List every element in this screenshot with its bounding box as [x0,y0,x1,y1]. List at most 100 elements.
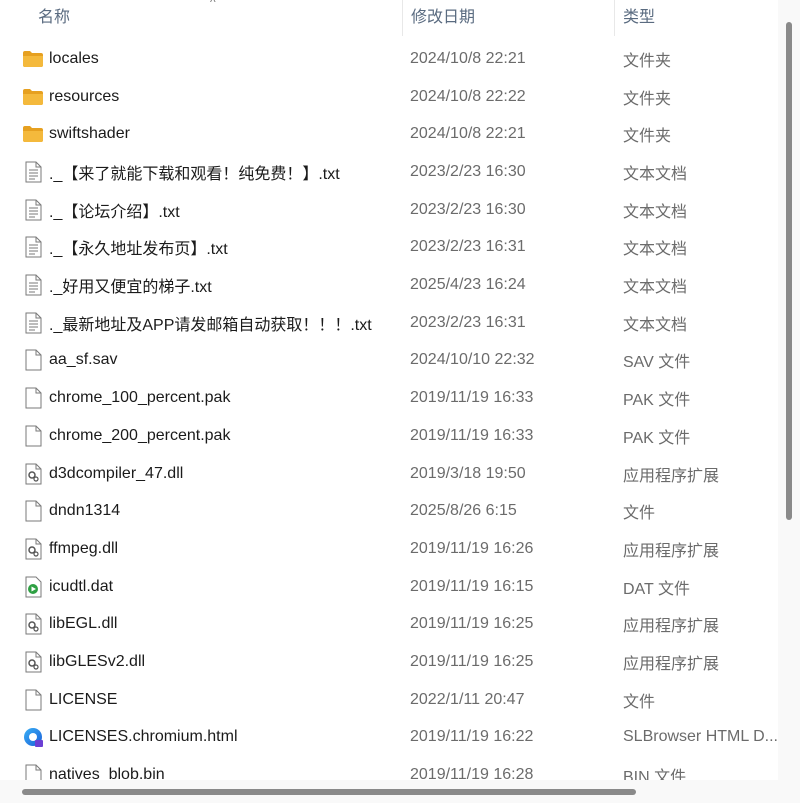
file-name: ._【永久地址发布页】.txt [49,241,228,259]
file-name: LICENSE [49,690,118,708]
file-type: 应用程序扩展 [623,467,720,485]
blank-file-icon [22,425,44,447]
file-type: PAK 文件 [623,429,691,447]
file-row[interactable]: ffmpeg.dll 2019/11/19 16:26 应用程序扩展 [0,530,778,568]
file-type: 文本文档 [623,279,688,297]
text-file-icon [22,274,44,296]
file-row[interactable]: LICENSE 2022/1/11 20:47 文件 [0,681,778,719]
file-date-modified: 2019/11/19 16:25 [410,615,534,633]
browser-html-icon [22,726,44,748]
file-type: 文本文档 [623,203,688,221]
file-type: 应用程序扩展 [623,542,720,560]
text-file-icon [22,199,44,221]
file-type: 文件夹 [623,128,672,146]
file-name: dndn1314 [49,502,121,520]
column-header-bar: ^ 名称 修改日期 类型 [0,0,778,36]
file-date-modified: 2022/1/11 20:47 [410,690,525,708]
file-date-modified: 2024/10/8 22:21 [410,125,526,143]
file-name: libEGL.dll [49,615,118,633]
file-type: 应用程序扩展 [623,656,720,674]
file-date-modified: 2025/4/23 16:24 [410,276,526,294]
file-type: 文件夹 [623,52,672,70]
dll-file-icon [22,463,44,485]
file-type: 文本文档 [623,316,688,334]
file-date-modified: 2019/11/19 16:33 [410,389,534,407]
file-type: 文本文档 [623,165,688,183]
file-row[interactable]: chrome_100_percent.pak 2019/11/19 16:33 PA… [0,379,778,417]
file-row[interactable]: d3dcompiler_47.dll 2019/3/18 19:50 应用程序扩展 [0,455,778,493]
file-type: 文件 [623,693,656,711]
file-date-modified: 2023/2/23 16:30 [410,162,526,180]
vertical-scrollbar[interactable] [778,0,800,803]
file-row[interactable]: dndn1314 2025/8/26 6:15 文件 [0,492,778,530]
dll-file-icon [22,538,44,560]
file-name: LICENSES.chromium.html [49,728,238,746]
file-name: swiftshader [49,125,130,143]
file-row[interactable]: ._【永久地址发布页】.txt 2023/2/23 16:31 文本文档 [0,229,778,267]
dll-file-icon [22,651,44,673]
blank-file-icon [22,689,44,711]
file-name: ._【来了就能下载和观看！纯免费！】.txt [49,165,340,183]
horizontal-scrollbar-thumb[interactable] [22,789,636,795]
file-row[interactable]: locales 2024/10/8 22:21 文件夹 [0,40,778,78]
file-row[interactable]: swiftshader 2024/10/8 22:21 文件夹 [0,115,778,153]
file-row[interactable]: ._好用又便宜的梯子.txt 2025/4/23 16:24 文本文档 [0,266,778,304]
file-name: d3dcompiler_47.dll [49,464,184,482]
file-type: SAV 文件 [623,354,691,372]
file-date-modified: 2023/2/23 16:31 [410,238,526,256]
blank-file-icon [22,500,44,522]
blank-file-icon [22,387,44,409]
file-row[interactable]: ._最新地址及APP请发邮箱自动获取！！！.txt 2023/2/23 16:31… [0,304,778,342]
file-row[interactable]: ._【论坛介绍】.txt 2023/2/23 16:30 文本文档 [0,191,778,229]
file-name: libGLESv2.dll [49,653,146,671]
text-file-icon [22,161,44,183]
file-row[interactable]: aa_sf.sav 2024/10/10 22:32 SAV 文件 [0,342,778,380]
file-name: locales [49,49,99,67]
file-date-modified: 2024/10/10 22:32 [410,351,535,369]
file-row[interactable]: libGLESv2.dll 2019/11/19 16:25 应用程序扩展 [0,643,778,681]
file-row[interactable]: icudtl.dat 2019/11/19 16:15 DAT 文件 [0,568,778,606]
file-name: ._【论坛介绍】.txt [49,203,180,221]
file-name: ._最新地址及APP请发邮箱自动获取！！！.txt [49,316,372,334]
file-type: 文件 [623,505,656,523]
file-row[interactable]: libEGL.dll 2019/11/19 16:25 应用程序扩展 [0,606,778,644]
file-date-modified: 2019/11/19 16:22 [410,728,534,746]
file-type: 文件夹 [623,90,672,108]
file-name: icudtl.dat [49,577,114,595]
file-date-modified: 2019/11/19 16:26 [410,539,534,557]
file-type: SLBrowser HTML D... [623,728,778,746]
folder-icon [22,86,44,108]
file-type: 文本文档 [623,241,688,259]
file-date-modified: 2025/8/26 6:15 [410,502,517,520]
file-date-modified: 2023/2/23 16:31 [410,313,526,331]
blank-file-icon [22,349,44,371]
text-file-icon [22,236,44,258]
file-name: aa_sf.sav [49,351,118,369]
file-row[interactable]: LICENSES.chromium.html 2019/11/19 16:22 SL… [0,719,778,757]
file-date-modified: 2024/10/8 22:22 [410,87,526,105]
file-name: ffmpeg.dll [49,539,119,557]
media-file-icon [22,576,44,598]
file-date-modified: 2019/11/19 16:15 [410,577,534,595]
horizontal-scrollbar[interactable] [0,780,778,803]
file-date-modified: 2019/11/19 16:33 [410,426,534,444]
file-type: DAT 文件 [623,580,690,598]
file-name: ._好用又便宜的梯子.txt [49,279,212,297]
folder-icon [22,48,44,70]
file-name: chrome_100_percent.pak [49,389,231,407]
column-header-type[interactable]: 类型 [614,0,778,36]
column-header-date-modified[interactable]: 修改日期 [402,0,614,36]
file-date-modified: 2024/10/8 22:21 [410,49,526,67]
file-row[interactable]: resources 2024/10/8 22:22 文件夹 [0,78,778,116]
column-header-name[interactable]: 名称 [30,0,402,36]
file-date-modified: 2019/3/18 19:50 [410,464,526,482]
file-type: PAK 文件 [623,392,691,410]
file-name: chrome_200_percent.pak [49,426,231,444]
dll-file-icon [22,613,44,635]
file-row[interactable]: chrome_200_percent.pak 2019/11/19 16:33 PA… [0,417,778,455]
file-date-modified: 2023/2/23 16:30 [410,200,526,218]
text-file-icon [22,312,44,334]
vertical-scrollbar-thumb[interactable] [786,22,792,520]
file-date-modified: 2019/11/19 16:25 [410,653,534,671]
file-row[interactable]: ._【来了就能下载和观看！纯免费！】.txt 2023/2/23 16:30 文本文… [0,153,778,191]
